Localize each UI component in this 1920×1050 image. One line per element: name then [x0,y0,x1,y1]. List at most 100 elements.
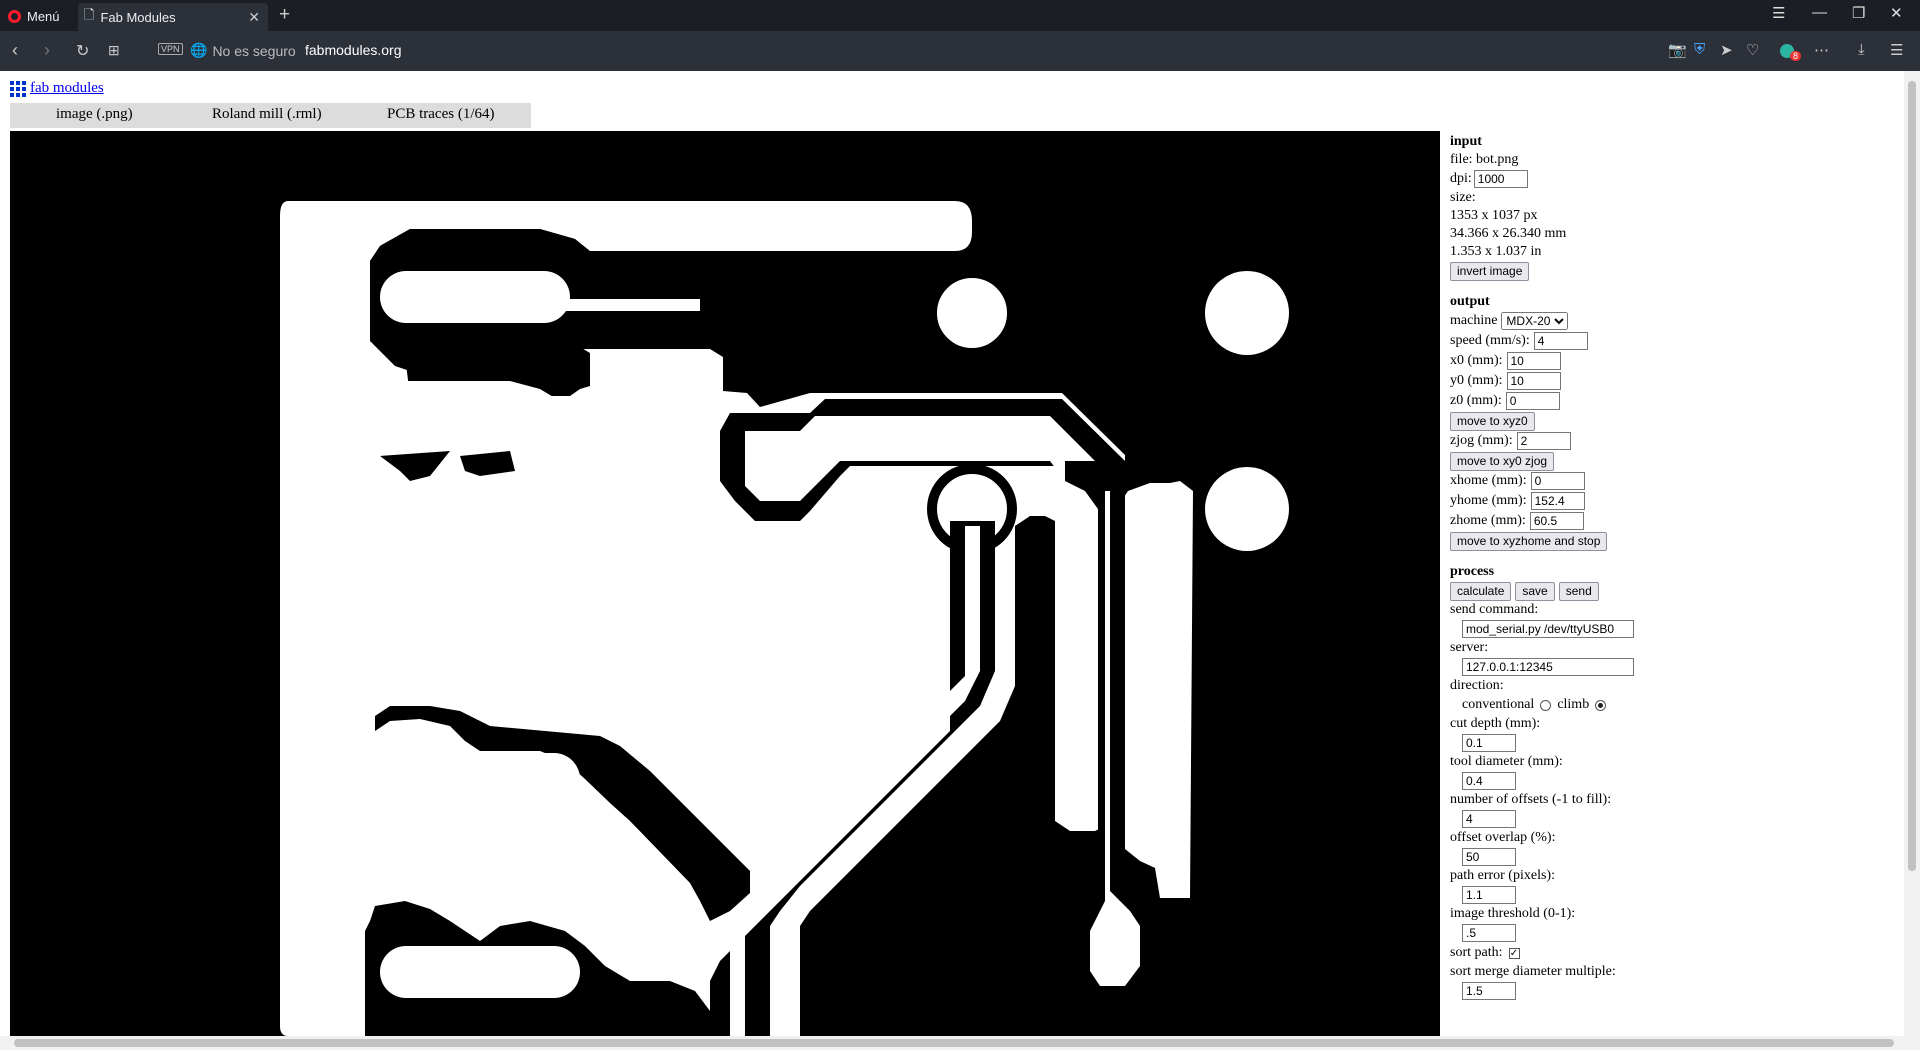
logo-link[interactable]: fab modules [10,80,104,97]
send-button[interactable]: send [1558,581,1599,601]
yhome-label: yhome (mm): [1450,493,1527,508]
merge-input[interactable] [1462,982,1516,1000]
offsets-input[interactable] [1462,810,1516,828]
shield-icon[interactable]: ⛨ [1694,41,1705,58]
xhome-label: xhome (mm): [1450,473,1527,488]
overlap-label: offset overlap (%): [1450,830,1556,845]
horizontal-scrollbar[interactable] [0,1036,1920,1050]
process-module-menu[interactable]: PCB traces (1/64) [387,106,494,123]
sort-path-checkbox[interactable]: ✓ [1508,947,1520,959]
easy-setup-icon[interactable]: ☰ [1890,41,1903,59]
output-heading: output [1450,294,1490,309]
size-px: 1353 x 1037 px [1450,208,1538,223]
fab-modules-link[interactable]: fab modules [30,80,104,97]
close-window-icon[interactable]: ✕ [1890,4,1903,22]
security-indicator[interactable]: 🌐 No es seguro [190,42,296,59]
size-mm: 34.366 x 26.340 mm [1450,226,1567,241]
camera-icon[interactable]: 📷 [1668,41,1687,59]
speed-dial-icon[interactable]: ⊞ [108,42,120,59]
machine-label: machine [1450,313,1498,328]
back-icon[interactable]: ‹ [12,40,18,61]
opera-menu-button[interactable]: Menú [8,7,60,25]
page-icon: 🗋 [84,7,95,22]
server-label: server: [1450,640,1489,655]
merge-label: sort merge diameter multiple: [1450,964,1616,979]
size-in: 1.353 x 1.037 in [1450,244,1542,259]
output-module-menu[interactable]: Roland mill (.rml) [212,106,322,123]
threshold-input[interactable] [1462,924,1516,942]
zhome-label: zhome (mm): [1450,513,1526,528]
send-command-label: send command: [1450,602,1539,617]
zhome-input[interactable] [1529,512,1584,530]
move-to-xyz0-button[interactable]: move to xyz0 [1450,411,1535,431]
direction-label: direction: [1450,678,1504,693]
path-error-input[interactable] [1462,886,1516,904]
restore-icon[interactable]: ❐ [1852,4,1865,22]
cut-depth-input[interactable] [1462,734,1516,752]
z0-label: z0 (mm): [1450,393,1502,408]
security-label: No es seguro [212,42,296,59]
process-heading: process [1450,564,1495,579]
save-button[interactable]: save [1515,581,1555,601]
path-error-label: path error (pixels): [1450,868,1555,883]
pcb-traces-image [10,131,1440,1036]
vertical-scroll-thumb[interactable] [1908,81,1916,871]
move-to-xyzhome-button[interactable]: move to xyzhome and stop [1450,531,1608,551]
overlap-input[interactable] [1462,848,1516,866]
input-heading: input [1450,134,1482,149]
page-content: fab modules image (.png) Roland mill (.r… [0,71,1904,1036]
dpi-label: dpi: [1450,171,1472,186]
url-field[interactable]: fabmodules.org [305,42,402,58]
z0-input[interactable] [1505,392,1560,410]
send-command-input[interactable] [1462,620,1634,638]
x0-input[interactable] [1506,352,1561,370]
threshold-label: image threshold (0-1): [1450,906,1576,921]
machine-select[interactable]: MDX-20 [1501,312,1569,330]
more-extensions-icon[interactable]: ⋯ [1814,41,1829,59]
y0-label: y0 (mm): [1450,373,1503,388]
zjog-input[interactable] [1516,432,1571,450]
heart-icon[interactable]: ♡ [1746,41,1759,59]
tool-diameter-input[interactable] [1462,772,1516,790]
speed-label: speed (mm/s): [1450,333,1530,348]
extension-icon[interactable]: 8 [1780,41,1802,61]
forward-icon[interactable]: › [44,40,50,61]
size-label: size: [1450,190,1476,205]
conventional-radio[interactable] [1540,699,1552,711]
invert-image-button[interactable]: invert image [1450,261,1530,281]
send-icon[interactable]: ➤ [1720,41,1733,59]
vpn-badge[interactable]: VPN [158,43,183,55]
input-module-menu[interactable]: image (.png) [56,106,133,123]
cut-depth-label: cut depth (mm): [1450,716,1541,731]
speed-input[interactable] [1533,332,1588,350]
server-input[interactable] [1462,658,1634,676]
horizontal-scroll-thumb[interactable] [14,1039,1894,1047]
vertical-scrollbar[interactable] [1904,71,1920,1036]
climb-radio[interactable] [1595,699,1607,711]
pcb-image-canvas[interactable] [10,131,1440,1036]
browser-tab[interactable]: 🗋 Fab Modules ✕ [78,3,268,31]
x0-label: x0 (mm): [1450,353,1503,368]
opera-logo-icon [8,9,21,23]
tab-menu-icon[interactable]: ☰ [1772,4,1785,22]
new-tab-icon[interactable]: + [279,4,290,26]
calculate-button[interactable]: calculate [1450,581,1512,601]
globe-icon: 🌐 [190,42,208,58]
extension-badge: 8 [1790,51,1802,61]
reload-icon[interactable]: ↻ [76,41,89,61]
move-to-xy0-zjog-button[interactable]: move to xy0 zjog [1450,451,1555,471]
xhome-input[interactable] [1530,472,1585,490]
offsets-label: number of offsets (-1 to fill): [1450,792,1612,807]
download-icon[interactable]: ⤓ [1858,41,1865,58]
climb-label: climb [1557,697,1590,712]
sort-path-label: sort path: [1450,945,1503,960]
address-bar: ‹ › ↻ ⊞ VPN 🌐 No es seguro fabmodules.or… [0,31,1920,71]
yhome-input[interactable] [1530,492,1585,510]
browser-tab-bar: Menú 🗋 Fab Modules ✕ + ☰ — ❐ ✕ [0,0,1920,31]
tool-diameter-label: tool diameter (mm): [1450,754,1563,769]
dpi-input[interactable] [1473,170,1528,188]
y0-input[interactable] [1506,372,1561,390]
close-tab-icon[interactable]: ✕ [248,9,260,26]
zjog-label: zjog (mm): [1450,433,1513,448]
minimize-icon[interactable]: — [1812,4,1827,21]
